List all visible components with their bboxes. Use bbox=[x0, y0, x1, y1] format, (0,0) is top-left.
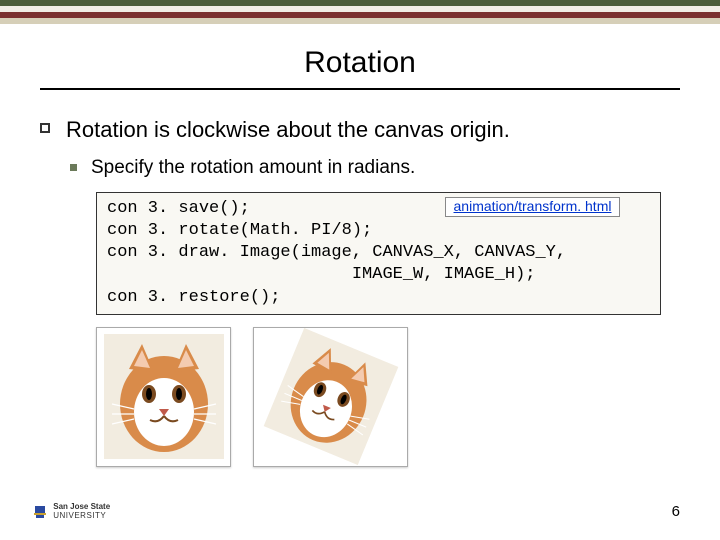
file-link-badge[interactable]: animation/transform. html bbox=[445, 197, 620, 217]
bullet-icon bbox=[40, 123, 50, 133]
sub-bullet-text: Specify the rotation amount in radians. bbox=[91, 156, 415, 181]
code-line: con 3. rotate(Math. PI/8); bbox=[107, 220, 650, 242]
logo-icon bbox=[32, 504, 48, 520]
code-line: con 3. draw. Image(image, CANVAS_X, CANV… bbox=[107, 242, 650, 264]
rotated-image-frame bbox=[253, 327, 408, 467]
code-line: IMAGE_W, IMAGE_H); bbox=[107, 264, 650, 286]
cat-image-rotated bbox=[263, 328, 398, 465]
logo-line2: UNIVERSITY bbox=[53, 511, 106, 520]
cat-image-original bbox=[104, 334, 224, 459]
code-line: con 3. restore(); bbox=[107, 287, 650, 309]
code-example-box: animation/transform. html con 3. save();… bbox=[96, 192, 661, 314]
university-logo: San Jose State UNIVERSITY bbox=[32, 503, 110, 520]
file-link[interactable]: animation/transform. html bbox=[454, 198, 612, 214]
example-images-row bbox=[96, 327, 680, 467]
original-image-frame bbox=[96, 327, 231, 467]
decorative-top-stripes bbox=[0, 0, 720, 24]
main-bullet-text: Rotation is clockwise about the canvas o… bbox=[66, 116, 510, 144]
page-number: 6 bbox=[672, 503, 680, 520]
slide-title: Rotation bbox=[0, 24, 720, 88]
sub-bullet-icon bbox=[70, 164, 77, 171]
